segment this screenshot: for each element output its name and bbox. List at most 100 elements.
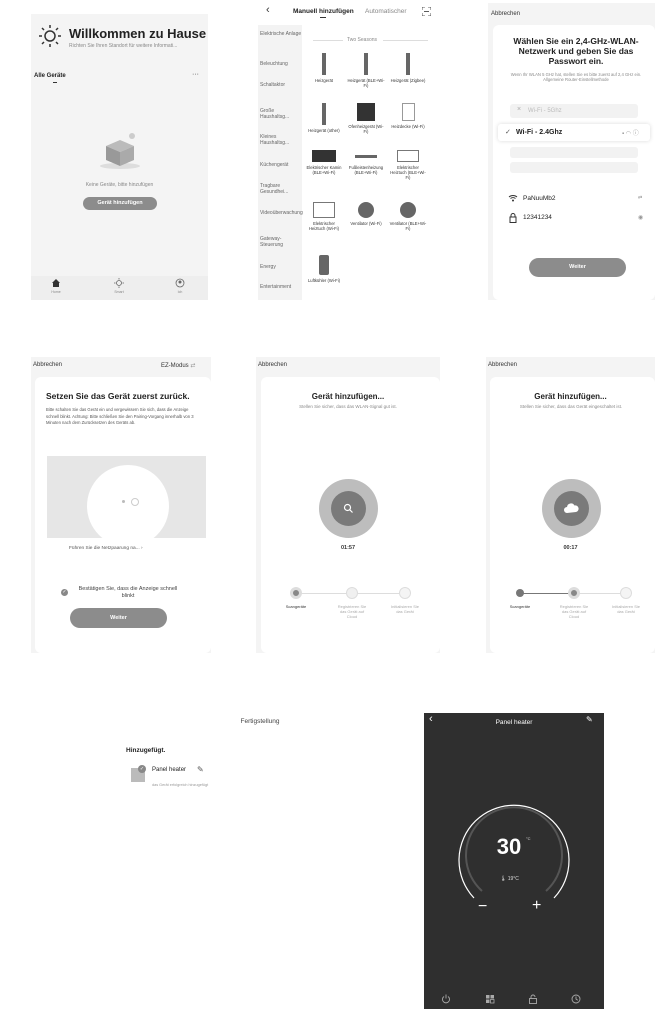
timer-icon[interactable]: [571, 994, 581, 1004]
cancel-link[interactable]: Abbrechen: [491, 11, 520, 17]
category-video[interactable]: Videoüberwachung: [258, 210, 303, 216]
add-device-button[interactable]: Gerät hinzufügen: [83, 197, 157, 210]
wifi-placeholder-row: [510, 147, 638, 158]
heater-icon: [406, 53, 410, 75]
nav-profile[interactable]: Ich: [165, 278, 195, 294]
confirm-text[interactable]: Bestätigen Sie, dass die Anzeige schnell…: [73, 586, 183, 600]
next-button[interactable]: Weiter: [529, 258, 626, 277]
nav-smart[interactable]: Smart: [104, 278, 134, 294]
step-1-label: Scangeräte: [509, 604, 531, 609]
step-3-dot: [620, 587, 632, 599]
device-baseboard-heater[interactable]: Fußleistenheizung (BLE+Wi-Fi): [347, 150, 385, 175]
fan-icon: [400, 202, 416, 218]
category-gateway[interactable]: Gateway-Steuerung: [258, 236, 302, 248]
tab-manual-add[interactable]: Manuell hinzufügen: [293, 8, 354, 15]
lock-wifi-info-icon[interactable]: ▪ ◠ ⓘ: [622, 128, 639, 137]
device-label: Ventilator (BLE+Wi-Fi): [389, 221, 427, 231]
cancel-link[interactable]: Abbrechen: [258, 362, 287, 368]
setpoint-unit: °C: [526, 836, 531, 841]
device-fan-ble[interactable]: Ventilator (BLE+Wi-Fi): [389, 202, 427, 231]
cancel-link[interactable]: Abbrechen: [488, 362, 517, 368]
device-name: Panel heater: [152, 767, 187, 773]
ssid-field[interactable]: PaNuuMb2: [523, 195, 556, 202]
category-lighting[interactable]: Beleuchtung: [258, 61, 302, 67]
category-entertainment[interactable]: Entertainment: [258, 284, 302, 290]
pairing-guide-link[interactable]: Führen Sie die Netzpaarung na... ›: [69, 546, 143, 551]
password-field[interactable]: 12341234: [523, 214, 552, 221]
wifi-5ghz-row[interactable]: × Wi-Fi - 5Ghz: [510, 104, 638, 118]
confirm-checkbox[interactable]: ✓: [61, 589, 68, 596]
empty-box-icon: [100, 133, 140, 169]
device-added-status: das Gerät erfolgreich hinzugefügt: [152, 783, 209, 787]
mode-selector[interactable]: EZ-Modus ⇄: [161, 362, 195, 369]
device-heater[interactable]: Heizgerät: [305, 53, 343, 83]
scan-icon[interactable]: [422, 7, 431, 16]
countdown-timer: 01:57: [340, 545, 356, 551]
device-heated-blanket[interactable]: Heizdecke (Wi-Fi): [389, 103, 427, 129]
category-health[interactable]: Tragbare Gesundhei...: [258, 183, 302, 195]
ssid-switch-icon[interactable]: ⇄: [638, 195, 642, 201]
device-label: Heizgerät (Zigbee): [390, 78, 426, 83]
category-switch[interactable]: Schaltaktor: [258, 82, 302, 88]
device-heater-zigbee[interactable]: Heizgerät (Zigbee): [389, 53, 427, 83]
wifi-icon: [508, 195, 518, 202]
nav-profile-label: Ich: [177, 290, 183, 294]
back-button[interactable]: ‹: [266, 4, 270, 16]
device-air-cooler[interactable]: Luftkühler (Wi-Fi): [305, 255, 343, 283]
step-2-dot: [568, 587, 580, 599]
device-heater-ble[interactable]: Heizgerät (BLE+Wi-Fi): [347, 53, 385, 88]
category-energy[interactable]: Energy: [258, 264, 302, 270]
device-fan-wifi[interactable]: Ventilator (Wi-Fi): [347, 202, 385, 226]
step-2-label: Registrieren Sie das Gerät auf Cloud: [559, 604, 589, 619]
current-temp-value: 19°C: [507, 876, 519, 882]
empty-state-text: Keine Geräte, bitte hinzufügen: [85, 182, 154, 188]
welcome-title: Willkommen zu Hause: [69, 26, 207, 41]
cancel-link[interactable]: Abbrechen: [33, 362, 62, 368]
success-check-icon: ✓: [138, 765, 146, 773]
category-kitchen[interactable]: Küchengerät: [258, 162, 302, 168]
category-electric[interactable]: Elektrische Anlage: [258, 31, 302, 37]
device-fireplace[interactable]: Elektrischer Kamin (BLE+Wi-Fi): [305, 150, 343, 175]
step-3-label: Initialisieren Sie das Gerät: [611, 604, 640, 614]
device-label: Luftkühler (Wi-Fi): [307, 278, 341, 283]
bottom-nav: Home Smart Ich: [31, 276, 208, 300]
device-towel-heater-ble[interactable]: Elektrischer Heiztuch (BLE+Wi-Fi): [389, 150, 427, 180]
category-large-appliance[interactable]: Große Haushaltsg...: [258, 108, 302, 120]
nav-home[interactable]: Home: [41, 278, 71, 294]
blanket-icon: [401, 103, 415, 121]
device-dial-image: [87, 465, 169, 547]
edit-icon[interactable]: ✎: [586, 715, 593, 724]
next-button[interactable]: Weiter: [70, 608, 167, 628]
section-title: Two Seasons: [347, 37, 378, 43]
tab-auto-scan[interactable]: Automatischer: [365, 8, 407, 15]
home-icon: [52, 279, 60, 287]
show-password-icon[interactable]: ◉: [638, 214, 643, 221]
step-3-label: Initialisieren Sie das Gerät: [390, 604, 419, 614]
wifi-hint[interactable]: Wenn Ihr WLAN 5 GHz hat, stellen Sie es …: [500, 72, 652, 82]
category-small-appliance[interactable]: Kleines Haushaltsg...: [258, 134, 302, 146]
device-label: Heizgerät (BLE+Wi-Fi): [347, 78, 385, 88]
adding-device-cloud-screen: Abbrechen Gerät hinzufügen... Stellen Si…: [486, 357, 655, 653]
step-3-dot: [399, 587, 411, 599]
edit-name-icon[interactable]: ✎: [197, 765, 204, 774]
child-lock-icon[interactable]: [528, 994, 538, 1004]
device-title: Panel heater: [495, 719, 533, 726]
wifi-24ghz-row[interactable]: ✓ Wi-Fi - 2.4Ghz ▪ ◠ ⓘ: [498, 124, 650, 141]
location-hint[interactable]: Richten Sie Ihren Standort für weitere I…: [69, 43, 204, 49]
mode-icon[interactable]: [485, 994, 495, 1004]
unavailable-icon: ×: [517, 106, 522, 113]
device-towel-heater-wifi[interactable]: Elektrischer Heiztuch (Wi-Fi): [305, 202, 343, 231]
device-heater-other[interactable]: Heizgerät (other): [305, 103, 343, 133]
adding-subtitle: Stellen Sie sicher, dass das WLAN-Signal…: [299, 404, 397, 409]
device-oven-heater[interactable]: Ofenheizgerät (Wi-Fi): [347, 103, 385, 134]
power-icon[interactable]: [441, 994, 451, 1004]
added-title: Hinzugefügt.: [126, 747, 166, 754]
all-devices-label[interactable]: Alle Geräte: [34, 73, 66, 79]
step-1-dot: [516, 589, 524, 597]
device-label: Heizdecke (Wi-Fi): [391, 124, 425, 129]
decrease-button[interactable]: −: [478, 898, 487, 916]
increase-button[interactable]: +: [532, 897, 541, 915]
more-menu-icon[interactable]: ···: [192, 71, 199, 78]
section-divider-left: [313, 40, 343, 41]
sun-icon: [114, 278, 124, 288]
